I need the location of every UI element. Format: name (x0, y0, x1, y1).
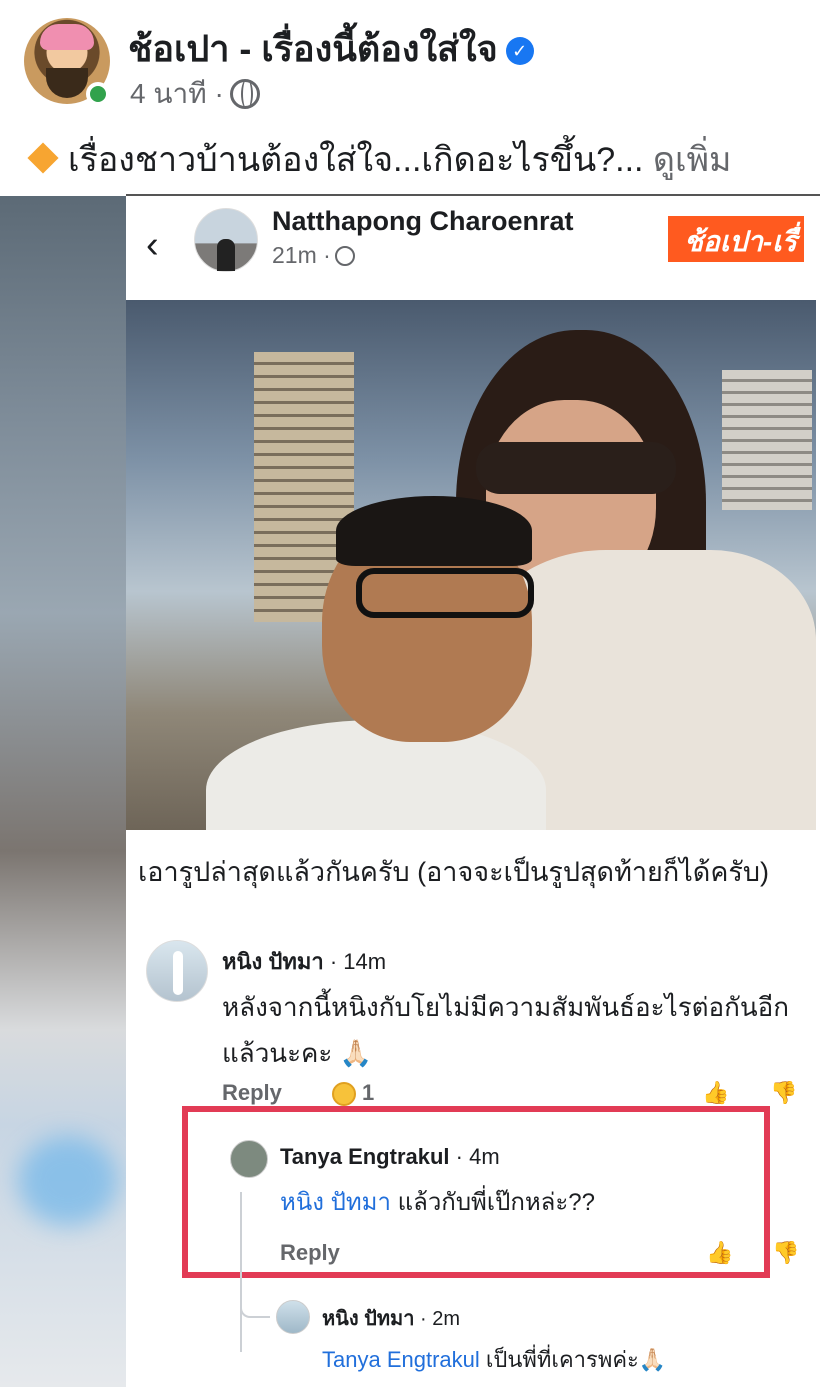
back-chevron-icon: ‹ (146, 224, 159, 266)
avatar-hat (40, 24, 94, 50)
facebook-post-screenshot: ช้อเปา - เรื่องนี้ต้องใส่ใจ ✓ 4 นาที · เร… (0, 0, 820, 1387)
reply-body: เป็นพี่ที่เคารพค่ะ🙏🏻 (485, 1347, 667, 1372)
dislike-icon[interactable]: 👎 (772, 1240, 799, 1266)
page-name-text[interactable]: ช้อเปา - เรื่องนี้ต้องใส่ใจ (128, 28, 498, 69)
post-time-text[interactable]: 4 นาที · (130, 78, 224, 109)
reply-header: Tanya Engtrakul · 4m (280, 1144, 500, 1170)
reply-header: หนิง ปัทมา · 2m (322, 1302, 460, 1334)
diamond-icon (27, 142, 59, 174)
reply-time: · 4m (455, 1144, 500, 1169)
verified-badge-icon: ✓ (505, 37, 534, 65)
reply-avatar (276, 1300, 310, 1334)
globe-icon (229, 79, 260, 109)
reply-text: Tanya Engtrakul เป็นพี่ที่เคารพค่ะ🙏🏻 (322, 1342, 666, 1377)
embedded-time-text: 21m · (272, 242, 331, 268)
reply-avatar (230, 1140, 268, 1178)
reply-button[interactable]: Reply (222, 1080, 282, 1105)
dislike-icon[interactable]: 👎 (770, 1080, 797, 1106)
embedded-post-screenshot[interactable]: ‹ Natthapong Charoenrat 21m · ช้อเปา-เรื… (126, 196, 820, 1387)
globe-icon (334, 246, 355, 266)
reply-author: Tanya Engtrakul (280, 1144, 450, 1169)
post-header: ช้อเปา - เรื่องนี้ต้องใส่ใจ ✓ 4 นาที · เร… (0, 0, 820, 196)
mention-link[interactable]: หนิง ปัทมา (280, 1189, 391, 1216)
reply-button[interactable]: Reply (280, 1240, 340, 1266)
post-caption: เอารูปล่าสุดแล้วกันครับ (อาจจะเป็นรูปสุด… (138, 857, 770, 887)
blurred-background (0, 196, 126, 1387)
blurred-blob (18, 1136, 118, 1226)
reply-body: แล้วกับพี่เป๊กหล่ะ?? (397, 1189, 595, 1216)
post-timestamp[interactable]: 4 นาที · (130, 72, 260, 116)
reply-text: หนิง ปัทมา แล้วกับพี่เป๊กหล่ะ?? (280, 1182, 595, 1221)
mention-link[interactable]: Tanya Engtrakul (322, 1347, 480, 1372)
author-avatar (194, 208, 258, 272)
reply-time: · 2m (420, 1308, 461, 1330)
reaction-count: 1 (362, 1080, 375, 1105)
post-text: เรื่องชาวบ้านต้องใส่ใจ...เกิดอะไรขึ้น?..… (27, 132, 732, 186)
thread-elbow (240, 1300, 270, 1318)
brand-watermark: ช้อเปา-เรื่ (668, 216, 804, 262)
like-icon[interactable]: 👍 (706, 1240, 733, 1266)
author-name: Natthapong Charoenrat (272, 206, 574, 236)
comment-avatar (146, 940, 208, 1002)
comment-text: หลังจากนี้หนิงกับโยไม่มีความสัมพันธ์อะไร… (222, 992, 790, 1068)
comment-header: หนิง ปัทมา · 14m (222, 944, 386, 979)
reaction-emoji-icon (332, 1082, 356, 1106)
embedded-timestamp: 21m · (272, 242, 355, 269)
post-photo (126, 300, 816, 830)
reply-author: หนิง ปัทมา (322, 1308, 415, 1330)
comment-author: หนิง ปัทมา (222, 949, 324, 974)
avatar-beard (46, 68, 88, 98)
photo-man-hair (336, 496, 532, 566)
photo-building-right (722, 370, 812, 510)
thread-line (240, 1192, 242, 1352)
photo-man-glasses (356, 568, 534, 618)
like-icon[interactable]: 👍 (702, 1080, 729, 1106)
online-status-dot (86, 82, 110, 106)
comment-time: · 14m (329, 949, 387, 974)
page-name[interactable]: ช้อเปา - เรื่องนี้ต้องใส่ใจ ✓ (128, 20, 534, 77)
see-more-link[interactable]: ดูเพิ่ม (653, 141, 732, 179)
photo-sunglasses (476, 442, 676, 494)
post-body-text: เรื่องชาวบ้านต้องใส่ใจ...เกิดอะไรขึ้น?..… (68, 141, 644, 179)
